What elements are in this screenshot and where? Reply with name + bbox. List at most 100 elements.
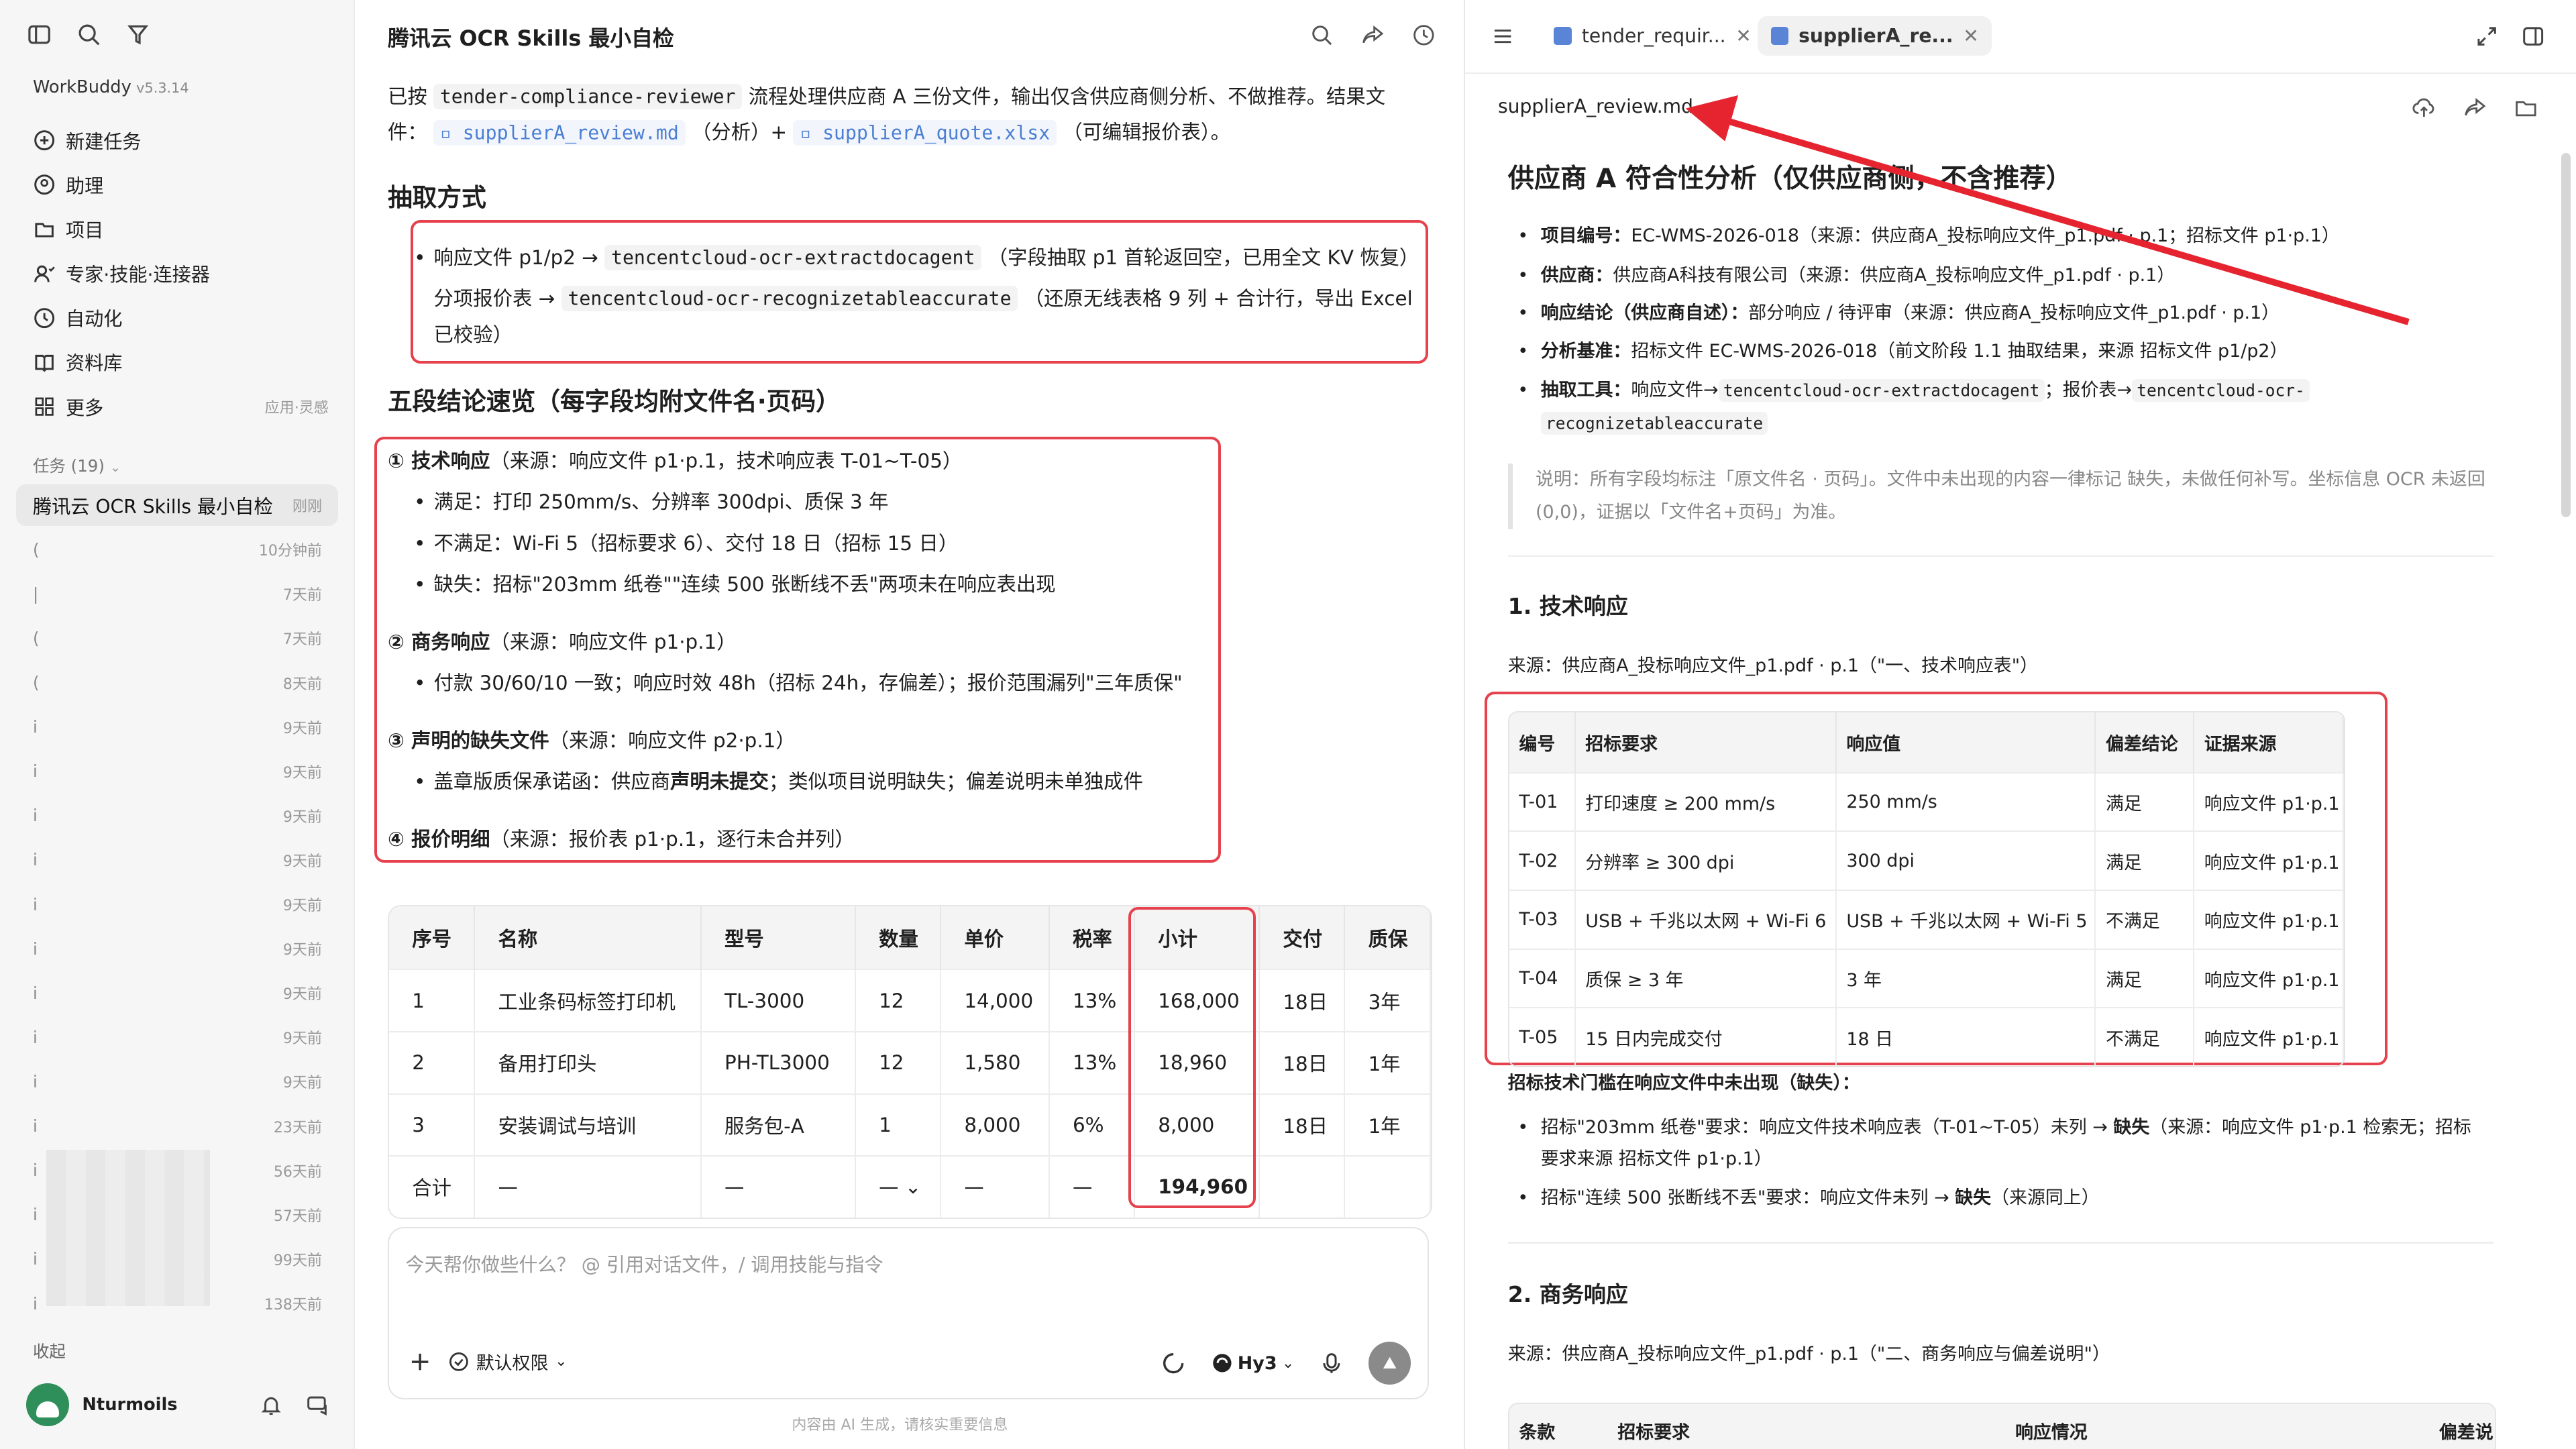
panel-toggle-icon[interactable] — [2522, 25, 2544, 48]
nav-new-task[interactable]: 新建任务 — [33, 118, 329, 162]
summary-tech-item: 缺失：招标"203mm 纸卷""连续 500 张断线不丢"两项未在响应表出现 — [414, 567, 1055, 603]
book-icon — [33, 351, 56, 374]
chat-icon[interactable] — [306, 1393, 329, 1416]
table-row: 合计 — — — ⌄ — —194,960 — [388, 1155, 1431, 1218]
task-item[interactable]: i 9天前 — [16, 749, 338, 794]
menu-icon[interactable] — [1491, 25, 1514, 48]
table-row: T-02 分辨率 ≥ 300 dpi 300 dpi 满足 响应文件 p1·p.1 — [1509, 830, 2344, 890]
table-cell: USB + 千兆以太网 + Wi-Fi 5 — [1835, 889, 2096, 949]
table-cell: 3 年 — [1835, 948, 2096, 1008]
user-bar: Nturmoils — [26, 1383, 329, 1426]
table-cell: 质保 ≥ 3 年 — [1574, 948, 1837, 1008]
task-item[interactable]: i 9天前 — [16, 1015, 338, 1059]
tab-supplier-review[interactable]: supplierA_re... ✕ — [1757, 16, 1992, 56]
table-cell: 不满足 — [2095, 889, 2195, 949]
search-icon[interactable] — [76, 21, 102, 48]
file-link-review[interactable]: ▫ supplierA_review.md — [433, 119, 686, 146]
collapse-button[interactable]: 收起 — [33, 1339, 66, 1362]
inline-code: tender-compliance-reviewer — [433, 84, 743, 109]
nav-label: 新建任务 — [65, 130, 142, 153]
tab-label: tender_requir... — [1581, 25, 1726, 48]
task-item[interactable]: i 9天前 — [16, 705, 338, 749]
task-item-active[interactable]: 腾讯云 OCR Skills 最小自检 刚刚 — [16, 484, 339, 526]
task-item[interactable]: | 7天前 — [16, 572, 338, 616]
nav-label: 更多 — [65, 396, 104, 419]
nav-label: 自动化 — [65, 308, 123, 331]
task-item[interactable]: i 9天前 — [16, 794, 338, 838]
task-item[interactable]: (8天前 — [16, 660, 338, 704]
model-selector[interactable]: Hy3 ⌄ — [1212, 1352, 1295, 1374]
divider — [1507, 555, 2494, 557]
expand-icon[interactable] — [2475, 25, 2498, 48]
share-icon[interactable] — [2463, 95, 2487, 120]
nav-label: 助理 — [65, 174, 104, 197]
task-item[interactable]: i 9天前 — [16, 926, 338, 971]
task-item[interactable]: (10分钟前 — [16, 527, 338, 572]
nav-assistant[interactable]: 助理 — [33, 162, 329, 207]
task-item[interactable]: (7天前 — [16, 616, 338, 660]
task-item[interactable]: i 9天前 — [16, 971, 338, 1015]
summary-tech-item: 满足：打印 250mm/s、分辨率 300dpi、质保 3 年 — [414, 484, 888, 521]
shield-check-icon — [448, 1351, 470, 1373]
note-blockquote: 说明：所有字段均标注「原文件名 · 页码」。文件中未出现的内容一律标记 缺失，未… — [1507, 463, 2502, 529]
close-icon[interactable]: ✕ — [1735, 25, 1752, 47]
section-title: ③ 声明的缺失文件 — [387, 729, 549, 752]
column-header: 数量 — [855, 906, 942, 970]
text: 招标"203mm 纸卷"要求：响应文件技术响应表（T-01~T-05）未列 → — [1540, 1116, 2108, 1138]
user-actions — [260, 1393, 329, 1416]
meta-value: 供应商A科技有限公司（来源：供应商A_投标响应文件_p1.pdf · p.1） — [1613, 264, 2176, 286]
task-item[interactable]: i 9天前 — [16, 882, 338, 926]
section-source: （来源：响应文件 p2·p.1） — [549, 729, 796, 752]
table-cell[interactable]: — ⌄ — [855, 1155, 942, 1218]
folder-icon[interactable] — [2514, 95, 2538, 120]
nav-experts[interactable]: 专家·技能·连接器 — [33, 252, 329, 296]
table-cell: 满足 — [2095, 771, 2195, 832]
task-title: i — [32, 983, 38, 1003]
chevron-down-icon: ⌄ — [1281, 1354, 1295, 1372]
meta-key: 分析基准： — [1540, 340, 1631, 362]
nav-library[interactable]: 资料库 — [33, 340, 329, 384]
nav-automation[interactable]: 自动化 — [33, 296, 329, 340]
share-icon[interactable] — [1360, 23, 1385, 48]
bell-icon[interactable] — [260, 1393, 282, 1416]
filter-icon[interactable] — [125, 21, 151, 48]
meta-value: 部分响应 / 待评审（来源：供应商A_投标响应文件_p1.pdf · p.1） — [1748, 303, 2280, 324]
send-button[interactable] — [1368, 1342, 1411, 1385]
table-cell: T-05 — [1509, 1007, 1576, 1066]
task-item[interactable]: i 23天前 — [16, 1104, 338, 1148]
history-icon[interactable] — [1411, 23, 1436, 48]
table-cell: 满足 — [2095, 830, 2195, 890]
column-header: 偏差结论 — [2095, 712, 2195, 773]
scrollbar[interactable] — [2561, 152, 2571, 518]
task-item[interactable]: i 9天前 — [16, 838, 338, 882]
meta-value: EC-WMS-2026-018（来源：供应商A_投标响应文件_p1.pdf · … — [1631, 225, 2340, 247]
chevron-down-icon: ⌄ — [555, 1353, 568, 1371]
task-item[interactable]: i 9天前 — [16, 1059, 338, 1104]
task-time: 138天前 — [264, 1297, 322, 1314]
microphone-icon[interactable] — [1321, 1352, 1342, 1375]
tasks-header[interactable]: 任务 (19) ⌄ — [33, 453, 121, 477]
composer-input[interactable]: 今天帮你做些什么？ @ 引用对话文件，/ 调用技能与指令 — [405, 1250, 883, 1277]
permission-selector[interactable]: 默认权限 ⌄ — [448, 1348, 568, 1375]
document-title: 供应商 A 符合性分析（仅供应商侧，不含推荐） — [1507, 164, 2072, 195]
meta-tools-cont: recognizetableaccurate — [1540, 407, 1768, 440]
text: 要求来源 招标文件 p1·p.1） — [1540, 1148, 1772, 1169]
table-cell: 13% — [1049, 1031, 1135, 1094]
nav-projects[interactable]: 项目 — [33, 207, 329, 252]
avatar[interactable] — [26, 1383, 69, 1426]
table-cell: 1 — [855, 1093, 942, 1157]
nav-more[interactable]: 更多 应用·灵感 — [33, 384, 329, 429]
add-icon[interactable] — [409, 1350, 431, 1373]
column-header: 响应值 — [1835, 712, 2096, 773]
search-icon[interactable] — [1309, 23, 1334, 48]
file-link-quote[interactable]: ▫ supplierA_quote.xlsx — [793, 119, 1057, 146]
sidebar-toggle-icon[interactable] — [26, 21, 52, 48]
nav-label: 资料库 — [65, 352, 123, 375]
upload-icon[interactable] — [2412, 95, 2436, 120]
task-time: 刚刚 — [292, 498, 322, 516]
close-icon[interactable]: ✕ — [1963, 25, 1979, 47]
sidebar-toolbar — [26, 21, 151, 48]
task-time: 9天前 — [282, 986, 322, 1004]
table-row: T-01 打印速度 ≥ 200 mm/s 250 mm/s 满足 响应文件 p1·p.1 — [1509, 771, 2344, 832]
tab-tender-requirements[interactable]: tender_requir... ✕ — [1541, 16, 1765, 56]
